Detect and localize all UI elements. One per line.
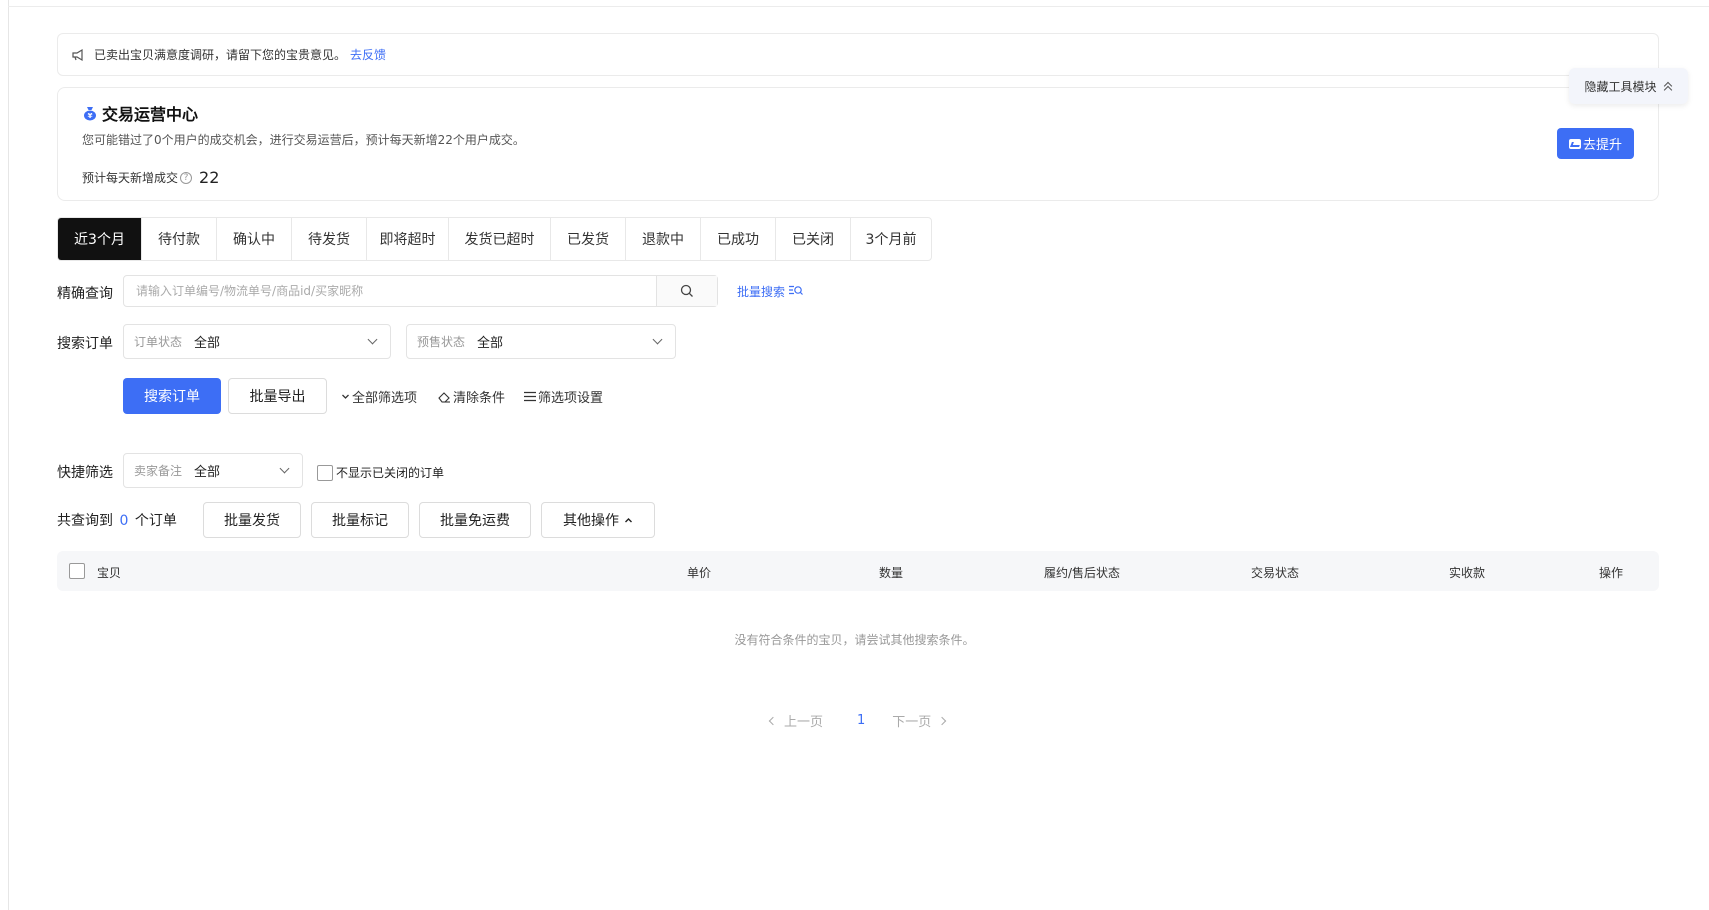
all-filters-toggle[interactable]: 全部筛选项 xyxy=(341,387,417,406)
chart-icon xyxy=(1568,138,1581,149)
clear-conditions-button[interactable]: 清除条件 xyxy=(438,387,505,406)
col-operation: 操作 xyxy=(1599,566,1624,580)
tab-confirming[interactable]: 确认中 xyxy=(217,218,292,260)
order-status-tabs: 近3个月 待付款 确认中 待发货 即将超时 发货已超时 已发货 退款中 已成功 … xyxy=(57,217,932,261)
tab-closed[interactable]: 已关闭 xyxy=(776,218,851,260)
next-page-label: 下一页 xyxy=(892,715,932,730)
tab-shipped[interactable]: 已发货 xyxy=(551,218,626,260)
predicted-deals-label: 预计每天新增成交 xyxy=(82,171,179,185)
frame-top-border xyxy=(8,6,1709,7)
empty-state-message: 没有符合条件的宝贝，请尝试其他搜索条件。 xyxy=(734,633,975,647)
chevron-down-icon xyxy=(279,463,290,474)
col-item: 宝贝 xyxy=(97,566,122,580)
col-unit-price: 单价 xyxy=(687,566,712,580)
frame-left-border xyxy=(8,0,9,910)
batch-ship-button[interactable]: 批量发货 xyxy=(203,502,301,538)
seller-note-select-value: 全部 xyxy=(194,465,221,480)
orders-table-header: 宝贝 单价 数量 履约/售后状态 交易状态 实收款 操作 xyxy=(57,551,1659,591)
filter-settings-button[interactable]: 筛选项设置 xyxy=(524,387,603,406)
seller-note-select[interactable]: 卖家备注 全部 xyxy=(123,453,303,488)
precise-search-button[interactable] xyxy=(656,276,717,306)
precise-query-box xyxy=(123,275,718,307)
batch-free-shipping-button[interactable]: 批量免运费 xyxy=(419,502,531,538)
tab-refunding[interactable]: 退款中 xyxy=(626,218,701,260)
center-description: 您可能错过了0个用户的成交机会，进行交易运营后，预计每天新增22个用户成交。 xyxy=(82,133,525,147)
col-fulfillment-status: 履约/售后状态 xyxy=(1044,566,1121,580)
tab-succeeded[interactable]: 已成功 xyxy=(701,218,776,260)
other-actions-button[interactable]: 其他操作 xyxy=(541,502,655,538)
money-bag-icon: ¥ xyxy=(82,105,98,121)
col-received-amount: 实收款 xyxy=(1449,566,1486,580)
select-all-checkbox[interactable] xyxy=(69,563,85,579)
svg-text:¥: ¥ xyxy=(88,112,93,120)
hide-tool-module-button[interactable]: 隐藏工具模块 xyxy=(1569,68,1688,104)
search-orders-button[interactable]: 搜索订单 xyxy=(123,378,221,414)
result-count-suffix: 个订单 xyxy=(134,513,177,529)
batch-mark-button[interactable]: 批量标记 xyxy=(311,502,409,538)
order-status-select-value: 全部 xyxy=(194,336,221,351)
hide-closed-orders-checkbox[interactable]: 不显示已关闭的订单 xyxy=(317,464,444,481)
order-status-select-label: 订单状态 xyxy=(134,335,183,349)
feedback-link[interactable]: 去反馈 xyxy=(350,46,386,63)
presale-status-select-value: 全部 xyxy=(477,336,504,351)
eraser-icon xyxy=(438,391,451,403)
filter-settings-label: 筛选项设置 xyxy=(538,391,604,406)
tab-pending-payment[interactable]: 待付款 xyxy=(142,218,217,260)
next-page-button[interactable]: 下一页 xyxy=(892,711,947,730)
precise-query-label: 精确查询 xyxy=(57,286,113,302)
survey-notice: 已卖出宝贝满意度调研，请留下您的宝贵意见。 去反馈 xyxy=(57,33,1659,76)
col-quantity: 数量 xyxy=(879,566,904,580)
boost-button-label: 去提升 xyxy=(1582,138,1622,153)
hide-closed-orders-label: 不显示已关闭的订单 xyxy=(336,466,445,480)
all-filters-label: 全部筛选项 xyxy=(352,391,418,406)
seller-note-select-label: 卖家备注 xyxy=(134,464,183,478)
tab-about-to-timeout[interactable]: 即将超时 xyxy=(367,218,449,260)
clear-conditions-label: 清除条件 xyxy=(453,391,506,406)
order-status-select[interactable]: 订单状态 全部 xyxy=(123,324,391,359)
tab-to-ship[interactable]: 待发货 xyxy=(292,218,367,260)
hide-tool-label: 隐藏工具模块 xyxy=(1584,79,1657,94)
precise-query-input[interactable] xyxy=(124,276,656,306)
batch-search-link[interactable]: 批量搜索 xyxy=(737,283,803,300)
result-count-number: 0 xyxy=(119,513,129,529)
result-count-prefix: 共查询到 xyxy=(57,513,113,529)
menu-icon xyxy=(524,391,536,402)
tab-recent-3-months[interactable]: 近3个月 xyxy=(58,218,142,260)
center-title-text: 交易运营中心 xyxy=(102,105,199,124)
notice-text: 已卖出宝贝满意度调研，请留下您的宝贵意见。 xyxy=(94,48,347,62)
other-actions-label: 其他操作 xyxy=(563,513,619,529)
megaphone-icon xyxy=(71,47,87,63)
boost-button[interactable]: 去提升 xyxy=(1557,128,1634,159)
quick-filter-label: 快捷筛选 xyxy=(57,465,113,481)
presale-status-select[interactable]: 预售状态 全部 xyxy=(406,324,676,359)
chevron-left-icon xyxy=(768,716,778,725)
result-count: 共查询到 0 个订单 xyxy=(57,510,177,530)
tab-before-3-months[interactable]: 3个月前 xyxy=(851,218,931,260)
chevron-down-icon xyxy=(367,334,378,345)
predicted-deals-value: 22 xyxy=(199,168,220,187)
checkbox[interactable] xyxy=(317,464,333,481)
page-number[interactable]: 1 xyxy=(857,713,865,728)
chevron-down-icon xyxy=(341,392,350,401)
help-icon[interactable]: ? xyxy=(180,171,193,184)
prev-page-button[interactable]: 上一页 xyxy=(768,711,824,730)
center-title: ¥ 交易运营中心 xyxy=(82,101,198,125)
presale-status-select-label: 预售状态 xyxy=(417,335,466,349)
list-search-icon xyxy=(788,285,803,295)
predicted-deals: 预计每天新增成交 ? 22 xyxy=(82,168,219,187)
tab-shipping-overdue[interactable]: 发货已超时 xyxy=(449,218,551,260)
batch-export-button[interactable]: 批量导出 xyxy=(228,378,327,414)
chevron-right-icon xyxy=(938,716,947,725)
chevron-down-icon xyxy=(652,334,663,345)
chevron-up-icon xyxy=(625,517,632,522)
batch-search-label: 批量搜索 xyxy=(737,285,786,299)
search-icon xyxy=(680,284,693,297)
trade-operation-center-card: ¥ 交易运营中心 您可能错过了0个用户的成交机会，进行交易运营后，预计每天新增2… xyxy=(57,87,1659,201)
double-chevron-up-icon xyxy=(1663,81,1673,91)
col-trade-status: 交易状态 xyxy=(1251,566,1300,580)
pagination: 上一页 1 下一页 xyxy=(768,711,947,730)
search-order-label: 搜索订单 xyxy=(57,336,113,352)
prev-page-label: 上一页 xyxy=(784,715,824,730)
